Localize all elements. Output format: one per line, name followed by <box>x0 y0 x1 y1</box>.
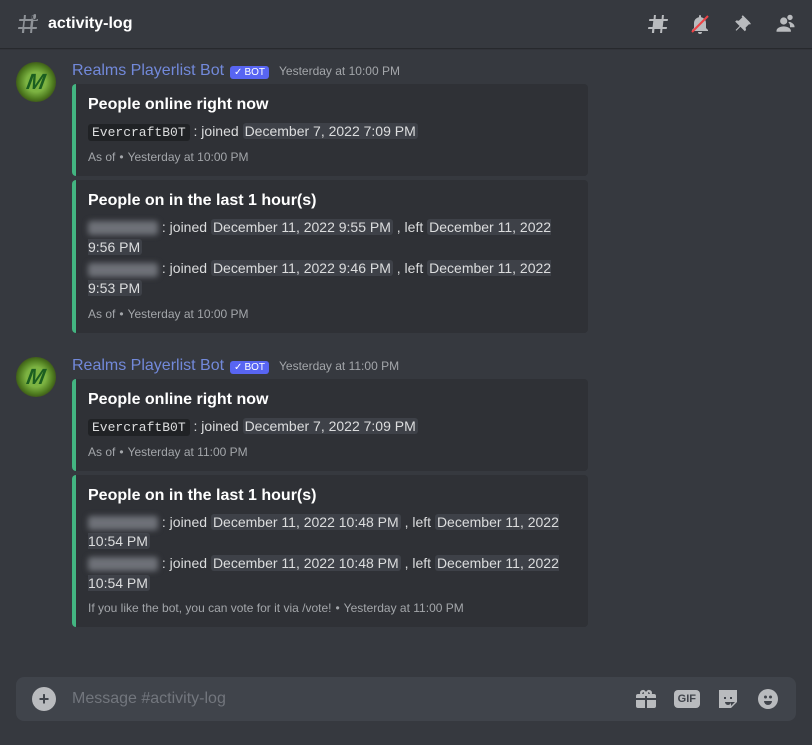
channel-name: activity-log <box>48 15 132 33</box>
gift-icon[interactable] <box>634 687 658 711</box>
bot-badge: ✓BOT <box>230 361 269 374</box>
message: Realms Playerlist Bot ✓BOT Yesterday at … <box>0 355 812 630</box>
members-icon[interactable] <box>772 12 796 36</box>
sticker-icon[interactable] <box>716 687 740 711</box>
message-timestamp: Yesterday at 10:00 PM <box>279 64 400 78</box>
message-input[interactable]: + Message #activity-log GIF <box>16 677 796 721</box>
threads-icon[interactable] <box>646 12 670 36</box>
player-redacted <box>88 516 158 530</box>
author-name[interactable]: Realms Playerlist Bot <box>72 62 224 80</box>
embed-footer: As of • Yesterday at 10:00 PM <box>88 307 572 321</box>
gif-icon[interactable]: GIF <box>674 687 700 711</box>
channel-header: activity-log <box>0 0 812 48</box>
embed: People online right now EvercraftB0T : j… <box>72 379 588 471</box>
timestamp-chip: December 11, 2022 9:55 PM <box>211 219 393 235</box>
player-code: EvercraftB0T <box>88 419 190 436</box>
embed: People on in the last 1 hour(s) : joined… <box>72 180 588 332</box>
message-timestamp: Yesterday at 11:00 PM <box>279 359 399 373</box>
message-list: Realms Playerlist Bot ✓BOT Yesterday at … <box>0 48 812 677</box>
embed-footer: If you like the bot, you can vote for it… <box>88 601 572 615</box>
message: Realms Playerlist Bot ✓BOT Yesterday at … <box>0 60 812 335</box>
input-placeholder: Message #activity-log <box>72 690 634 708</box>
emoji-icon[interactable] <box>756 687 780 711</box>
header-toolbar <box>646 12 796 36</box>
player-redacted <box>88 221 158 235</box>
player-redacted <box>88 263 158 277</box>
notification-icon[interactable] <box>688 12 712 36</box>
embed-title: People on in the last 1 hour(s) <box>88 192 572 210</box>
timestamp-chip: December 7, 2022 7:09 PM <box>243 123 418 139</box>
timestamp-chip: December 11, 2022 10:48 PM <box>211 555 401 571</box>
bot-badge: ✓BOT <box>230 66 269 79</box>
embed-title: People online right now <box>88 96 572 114</box>
player-code: EvercraftB0T <box>88 124 190 141</box>
input-area: + Message #activity-log GIF <box>0 677 812 745</box>
embed-title: People online right now <box>88 391 572 409</box>
timestamp-chip: December 11, 2022 9:46 PM <box>211 260 393 276</box>
player-redacted <box>88 557 158 571</box>
timestamp-chip: December 11, 2022 10:48 PM <box>211 514 401 530</box>
embed-footer: As of • Yesterday at 11:00 PM <box>88 445 572 459</box>
embed: People on in the last 1 hour(s) : joined… <box>72 475 588 627</box>
author-name[interactable]: Realms Playerlist Bot <box>72 357 224 375</box>
embed-title: People on in the last 1 hour(s) <box>88 487 572 505</box>
embed: People online right now EvercraftB0T : j… <box>72 84 588 176</box>
timestamp-chip: December 7, 2022 7:09 PM <box>243 418 418 434</box>
pin-icon[interactable] <box>730 12 754 36</box>
embed-footer: As of • Yesterday at 10:00 PM <box>88 150 572 164</box>
hash-icon <box>16 12 40 36</box>
avatar[interactable] <box>16 357 56 397</box>
avatar[interactable] <box>16 62 56 102</box>
attach-button[interactable]: + <box>32 687 56 711</box>
